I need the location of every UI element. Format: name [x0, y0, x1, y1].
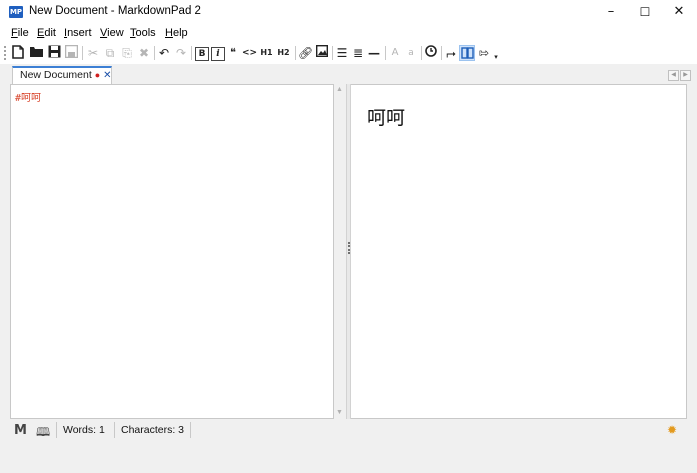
minimize-button[interactable]: –: [594, 0, 628, 24]
convert-arrows-icon[interactable]: ⮣: [444, 45, 458, 61]
paste-icon[interactable]: ⎘: [120, 45, 134, 61]
menu-view-label: iew: [107, 27, 124, 39]
tab-close-icon[interactable]: ✕: [103, 70, 111, 81]
new-document-icon[interactable]: [11, 45, 25, 61]
toolbar-separator: [154, 46, 155, 60]
app-window: File Edit Insert View Tools Help ✂ ⧉ ⎘ ✖…: [0, 25, 697, 473]
preview-heading: 呵呵: [367, 107, 406, 129]
ordered-list-icon[interactable]: ≣: [351, 45, 365, 61]
horizontal-rule-icon[interactable]: —: [367, 45, 381, 61]
modified-indicator: ●: [94, 70, 101, 80]
menu-edit-label: dit: [44, 27, 56, 39]
live-preview-toggle-icon[interactable]: [459, 45, 475, 61]
menu-help-mnemonic: H: [165, 27, 173, 39]
font-size-down-button[interactable]: a: [405, 45, 417, 61]
unordered-list-icon[interactable]: ☰: [335, 45, 349, 61]
delete-icon[interactable]: ✖: [137, 45, 151, 61]
toolbar-separator: [332, 46, 333, 60]
export-icon[interactable]: ⇰: [477, 45, 491, 61]
toolbar-separator: [421, 46, 422, 60]
toolbar-separator: [385, 46, 386, 60]
bold-button[interactable]: B: [195, 47, 209, 61]
status-bar: M 🕮 Words: 1 Characters: 3 ✹: [0, 419, 697, 445]
timestamp-clock-icon[interactable]: [424, 45, 438, 61]
menu-file[interactable]: File: [11, 27, 29, 39]
copy-icon[interactable]: ⧉: [103, 45, 117, 61]
tab-new-document[interactable]: New Document ● ✕: [12, 66, 112, 84]
markdown-editor[interactable]: #呵呵: [10, 84, 334, 419]
tab-scroll-right-button[interactable]: ▶: [680, 70, 691, 81]
save-icon[interactable]: [47, 45, 61, 61]
save-all-icon[interactable]: [64, 44, 78, 61]
title-bar: MP New Document - MarkdownPad 2 – ☐ ✕: [0, 0, 697, 24]
undo-icon[interactable]: ↶: [157, 45, 171, 61]
menu-bar: File Edit Insert View Tools Help: [0, 25, 697, 42]
italic-button[interactable]: i: [211, 47, 225, 61]
image-icon[interactable]: [315, 44, 329, 61]
tab-scroll-left-button[interactable]: ◀: [668, 70, 679, 81]
menu-file-label: ile: [17, 27, 29, 39]
tab-label: New Document: [20, 69, 92, 81]
heading2-button[interactable]: H2: [276, 45, 291, 61]
editor-scrollbar[interactable]: ▲ ▼: [334, 84, 346, 419]
menu-help-label: elp: [172, 27, 188, 39]
markdown-icon[interactable]: M: [14, 423, 27, 438]
maximize-button[interactable]: ☐: [628, 0, 662, 24]
settings-gear-icon[interactable]: ✹: [667, 423, 677, 437]
app-icon: MP: [9, 6, 23, 18]
close-button[interactable]: ✕: [662, 0, 696, 24]
menu-tools-label: ools: [135, 27, 156, 39]
editor-content[interactable]: #呵呵: [15, 89, 41, 104]
character-count: Characters: 3: [114, 422, 192, 438]
quote-button[interactable]: ❝: [227, 45, 239, 61]
menu-view[interactable]: View: [100, 27, 124, 39]
toolbar-grip[interactable]: [4, 46, 8, 60]
menu-file-mnemonic: F: [11, 27, 18, 39]
toolbar-separator: [441, 46, 442, 60]
redo-icon[interactable]: ↷: [174, 45, 188, 61]
heading1-button[interactable]: H1: [259, 45, 274, 61]
menu-tools[interactable]: Tools: [130, 27, 156, 39]
word-count: Words: 1: [56, 422, 111, 438]
toolbar-separator: [295, 46, 296, 60]
menu-insert[interactable]: Insert: [64, 27, 92, 39]
window-title: New Document - MarkdownPad 2: [29, 5, 201, 17]
toolbar: ✂ ⧉ ⎘ ✖ ↶ ↷ B i ❝ <> H1 H2 🔗︎ ☰ ≣ — A a …: [0, 42, 697, 64]
toolbar-separator: [191, 46, 192, 60]
menu-edit[interactable]: Edit: [37, 27, 56, 39]
link-icon[interactable]: 🔗︎: [298, 45, 313, 61]
cut-icon[interactable]: ✂: [86, 45, 100, 61]
html-preview: 呵呵: [351, 84, 687, 419]
toolbar-overflow-button[interactable]: ▾: [492, 49, 500, 65]
menu-insert-label: nsert: [67, 27, 92, 39]
book-icon[interactable]: 🕮: [36, 423, 50, 444]
menu-help[interactable]: Help: [165, 27, 188, 39]
open-folder-icon[interactable]: [29, 45, 44, 61]
scroll-down-arrow[interactable]: ▼: [336, 409, 343, 416]
tab-strip: New Document ● ✕: [0, 64, 697, 84]
font-size-up-button[interactable]: A: [389, 45, 401, 61]
toolbar-separator: [82, 46, 83, 60]
scroll-up-arrow[interactable]: ▲: [336, 86, 343, 93]
code-button[interactable]: <>: [242, 45, 257, 61]
